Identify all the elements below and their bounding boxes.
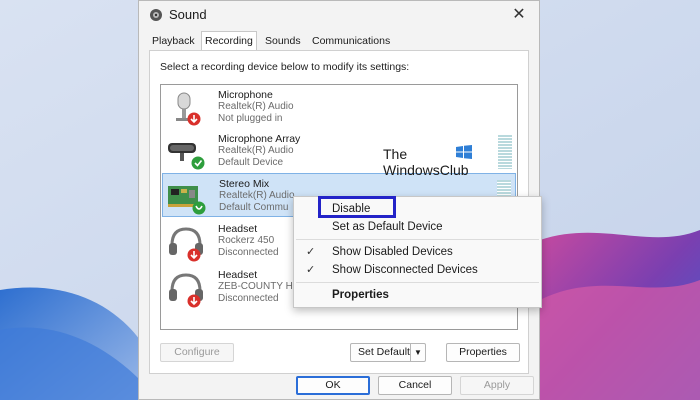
level-meter (498, 135, 512, 169)
menu-item-set-default[interactable]: Set as Default Device (294, 218, 541, 236)
menu-item-label: Set as Default Device (332, 221, 443, 233)
menu-separator (296, 282, 539, 283)
checkmark-icon: ✓ (306, 246, 316, 258)
tab-sounds[interactable]: Sounds (262, 33, 304, 49)
tab-playback[interactable]: Playback (149, 33, 198, 49)
close-icon: ✕ (512, 6, 526, 23)
device-driver: Realtek(R) Audio (218, 101, 294, 112)
set-default-button[interactable]: Set Default ▼ (350, 343, 426, 362)
headset-icon (169, 227, 203, 262)
tab-communications[interactable]: Communications (309, 33, 393, 49)
ok-button[interactable]: OK (296, 376, 370, 395)
annotation-highlight-box (318, 196, 396, 218)
menu-item-show-disabled[interactable]: ✓ Show Disabled Devices (294, 243, 541, 261)
device-row-microphone[interactable]: Microphone Realtek(R) Audio Not plugged … (162, 85, 516, 129)
tab-recording[interactable]: Recording (201, 31, 257, 51)
device-name: Headset (218, 223, 258, 235)
menu-item-show-disconnected[interactable]: ✓ Show Disconnected Devices (294, 261, 541, 279)
watermark-line2: WindowsClub (383, 162, 469, 178)
device-status: Not plugged in (218, 113, 283, 124)
device-driver: Realtek(R) Audio (219, 190, 295, 201)
windows-logo-icon (456, 145, 472, 159)
device-status: Disconnected (218, 247, 279, 258)
device-driver: ZEB-COUNTY H (218, 281, 293, 292)
device-name: Stereo Mix (219, 178, 270, 190)
menu-item-label: Properties (332, 289, 389, 301)
chevron-down-icon[interactable]: ▼ (410, 344, 425, 361)
watermark-top: The WindowsClub (383, 145, 472, 178)
speaker-icon (150, 9, 162, 21)
title-bar[interactable]: Sound ✕ (139, 1, 539, 29)
apply-button[interactable]: Apply (460, 376, 534, 395)
device-status: Disconnected (218, 293, 279, 304)
microphone-icon (176, 92, 201, 126)
cancel-button[interactable]: Cancel (378, 376, 452, 395)
menu-item-properties[interactable]: Properties (294, 286, 541, 304)
sound-card-icon (168, 186, 206, 215)
menu-item-label: Show Disabled Devices (332, 246, 453, 258)
device-status: Default Device (218, 157, 284, 168)
device-driver: Rockerz 450 (218, 235, 275, 246)
checkmark-icon: ✓ (306, 264, 316, 276)
configure-button[interactable]: Configure (160, 343, 234, 362)
device-name: Headset (218, 269, 258, 281)
window-title: Sound (169, 7, 207, 22)
menu-item-label: Show Disconnected Devices (332, 264, 478, 276)
set-default-label: Set Default (358, 346, 410, 358)
device-status: Default Commu (219, 202, 289, 213)
microphone-array-icon (168, 143, 205, 170)
device-name: Microphone (218, 89, 273, 101)
menu-separator (296, 239, 539, 240)
device-driver: Realtek(R) Audio (218, 145, 294, 156)
device-name: Microphone Array (218, 133, 301, 145)
headset-icon (169, 273, 203, 308)
instruction-text: Select a recording device below to modif… (160, 61, 410, 73)
close-button[interactable]: ✕ (499, 1, 539, 29)
properties-button[interactable]: Properties (446, 343, 520, 362)
